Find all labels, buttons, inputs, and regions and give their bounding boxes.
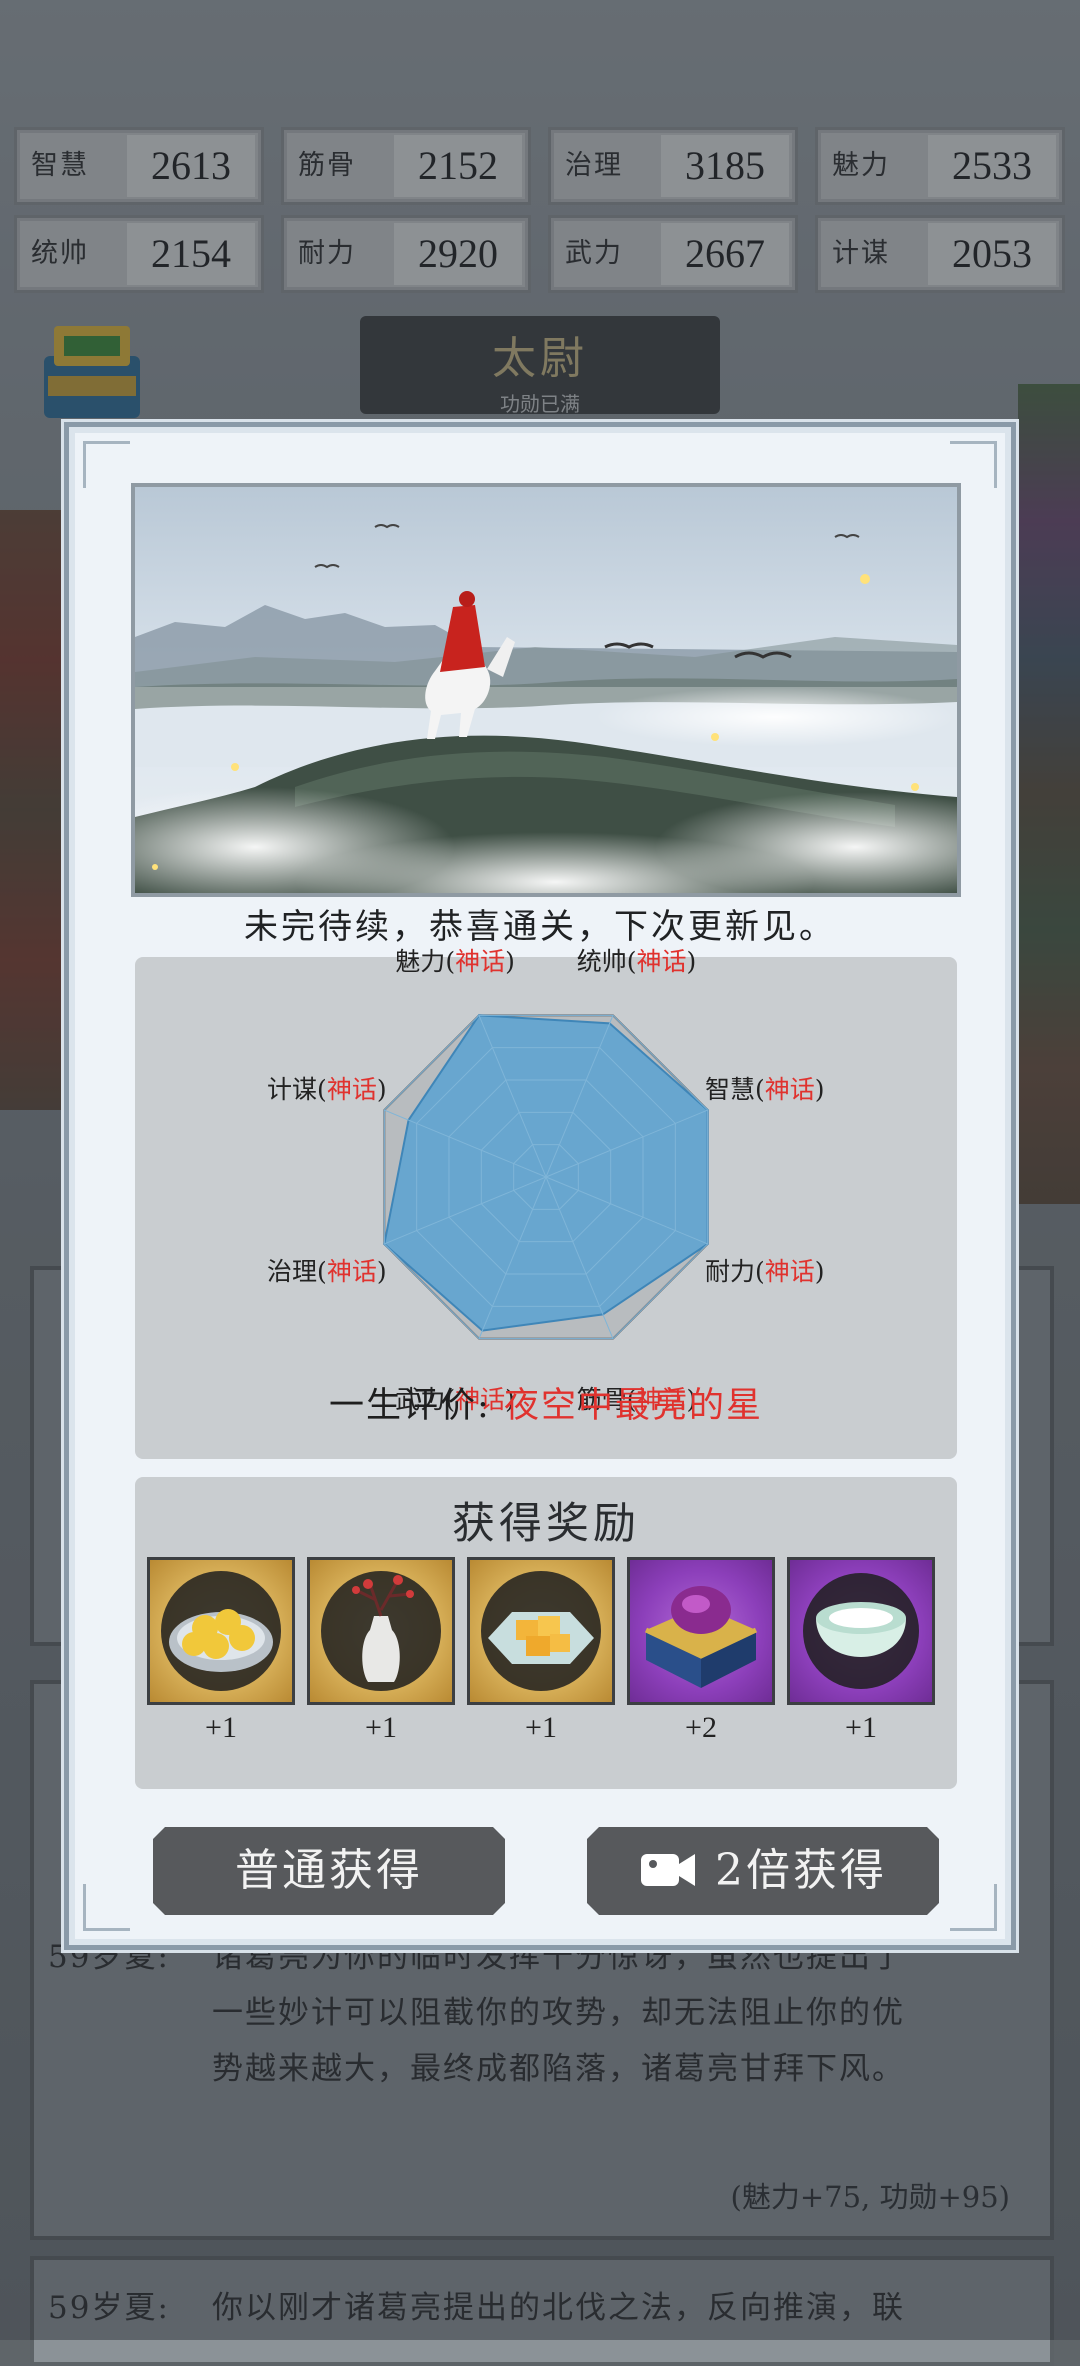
reward-count: +1 (365, 1711, 397, 1744)
reward-count: +1 (845, 1711, 877, 1744)
attribute-grade: 神话 (764, 1075, 815, 1105)
treasure-chest-icon[interactable] (627, 1557, 775, 1705)
radar-attribute-label: 耐力(神话) (704, 1256, 825, 1286)
reward-count: +2 (685, 1711, 717, 1744)
corner-ornament (950, 441, 997, 488)
attribute-grade: 神话 (326, 1256, 377, 1286)
radar-attribute-label: 计谋(神话) (267, 1075, 387, 1105)
radar-attribute-label: 治理(神话) (267, 1256, 387, 1286)
reward-item[interactable]: +1 (787, 1557, 935, 1745)
normal-claim-label: 普通获得 (235, 1845, 423, 1896)
attribute-name: 治理 (267, 1256, 318, 1286)
attribute-grade: 神话 (455, 947, 506, 977)
ending-modal: 未完待续，恭喜通关，下次更新见。 统帅(神话) 智慧(神话) 耐力(神话) 筋骨(神话… (64, 422, 1016, 1950)
attribute-name: 计谋 (267, 1075, 318, 1105)
radar-attribute-label: 魅力(神话) (395, 947, 515, 977)
attribute-name: 统帅 (576, 947, 627, 977)
normal-claim-button[interactable]: 普通获得 (153, 1827, 505, 1915)
double-claim-button[interactable]: 2倍获得 (587, 1827, 939, 1915)
reward-count: +1 (525, 1711, 557, 1744)
double-claim-label: 2倍获得 (715, 1845, 887, 1896)
life-evaluation: 一生评价: 夜空中最亮的星 (135, 1377, 957, 1428)
attribute-name: 魅力 (395, 947, 446, 977)
reward-count: +1 (205, 1711, 237, 1744)
attribute-name: 智慧 (704, 1075, 755, 1105)
corner-ornament (83, 1884, 130, 1931)
milk-bowl-icon[interactable] (787, 1557, 935, 1705)
attribute-grade: 神话 (326, 1075, 377, 1105)
video-camera-icon (639, 1850, 697, 1890)
attribute-radar-chart (383, 1014, 709, 1340)
rewards-card: 获得奖励 +1 +1 +1 +2 +1 (135, 1477, 957, 1789)
evaluation-value: 夜空中最亮的星 (503, 1386, 763, 1426)
attribute-radar-card: 统帅(神话) 智慧(神话) 耐力(神话) 筋骨(神话) 武力(神话) 治理(神话) 计谋(神… (135, 947, 957, 1459)
radar-attribute-label: 智慧(神话) (704, 1075, 825, 1105)
reward-item[interactable]: +1 (467, 1557, 615, 1745)
attribute-grade: 神话 (764, 1256, 815, 1286)
rewards-title: 获得奖励 (452, 1499, 640, 1549)
reward-item[interactable]: +1 (307, 1557, 455, 1745)
reward-item[interactable]: +1 (147, 1557, 295, 1745)
attribute-grade: 神话 (636, 947, 687, 977)
plum-vase-icon[interactable] (307, 1557, 455, 1705)
attribute-name: 耐力 (704, 1256, 755, 1286)
evaluation-label: 一生评价: (329, 1386, 491, 1426)
corner-ornament (83, 441, 130, 488)
radar-attribute-label: 统帅(神话) (576, 947, 697, 977)
pastry-plate-icon[interactable] (147, 1557, 295, 1705)
reward-item[interactable]: +2 (627, 1557, 775, 1745)
corner-ornament (950, 1884, 997, 1931)
ending-illustration (131, 483, 961, 897)
ending-message: 未完待续，恭喜通关，下次更新见。 (244, 907, 836, 947)
jelly-cake-plate-icon[interactable] (467, 1557, 615, 1705)
